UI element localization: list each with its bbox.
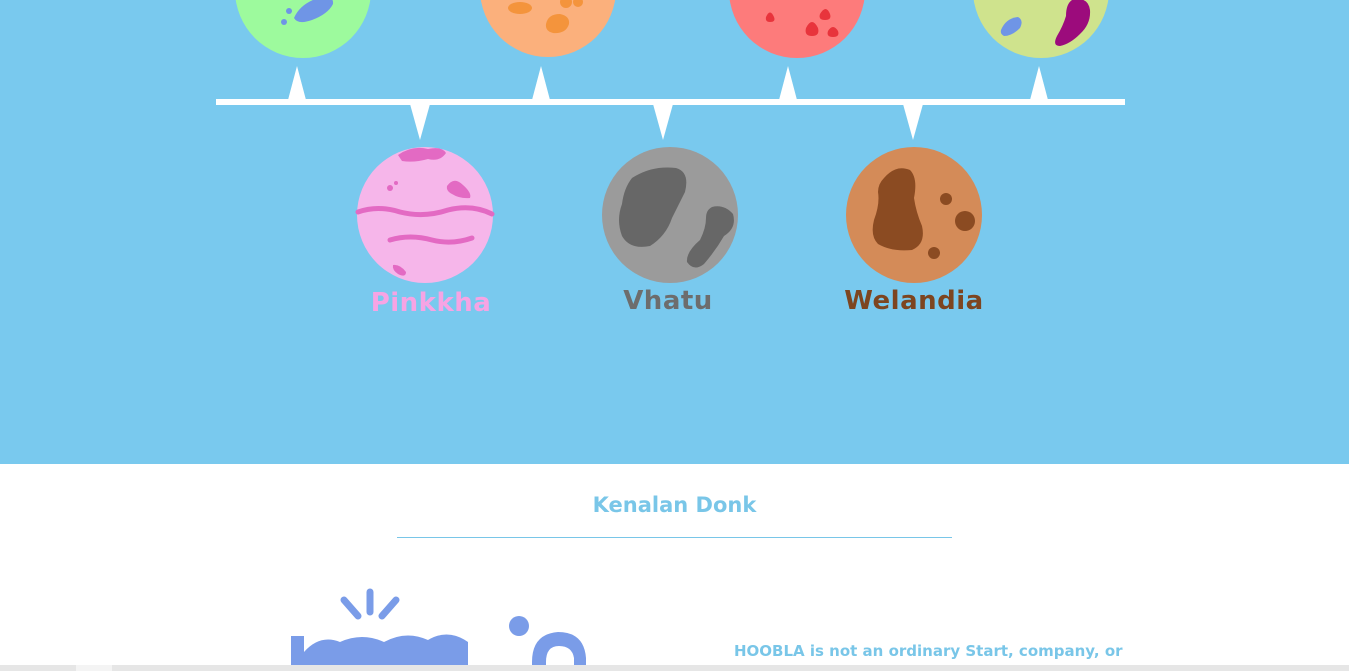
planet-green — [235, 0, 371, 58]
scrollbar-thumb[interactable] — [76, 665, 112, 671]
planet-label-welandia: Welandia — [844, 286, 984, 316]
horizontal-scrollbar[interactable] — [0, 665, 1349, 671]
planet-timeline-section: Pinkkha Vhatu Welandia — [0, 0, 1349, 464]
timeline-spike-up — [532, 66, 550, 100]
timeline-spike-up — [288, 66, 306, 100]
planet-label-vhatu: Vhatu — [623, 286, 713, 316]
timeline-spike-down — [653, 104, 673, 140]
planet-label-pinkkha: Pinkkha — [370, 288, 492, 318]
timeline-spike-down — [903, 104, 923, 140]
planet-pinkkha — [355, 147, 495, 283]
section-divider — [397, 537, 952, 538]
hoobla-logo — [291, 588, 586, 671]
section-title: Kenalan Donk — [592, 493, 757, 517]
planet-lime — [973, 0, 1109, 58]
page: Pinkkha Vhatu Welandia Kenalan Donk HOOB… — [0, 0, 1349, 671]
planet-orange — [480, 0, 616, 57]
planet-vhatu — [602, 147, 738, 283]
timeline-spike-up — [779, 66, 797, 100]
planet-welandia — [846, 147, 982, 283]
planet-timeline-graphic — [216, 0, 1125, 283]
timeline-spike-up — [1030, 66, 1048, 100]
about-section: Kenalan Donk HOOBLA is not an ordinary S… — [0, 464, 1349, 671]
about-description: HOOBLA is not an ordinary Start, company… — [734, 642, 1123, 660]
planet-red — [729, 0, 865, 58]
timeline-spike-down — [410, 104, 430, 140]
